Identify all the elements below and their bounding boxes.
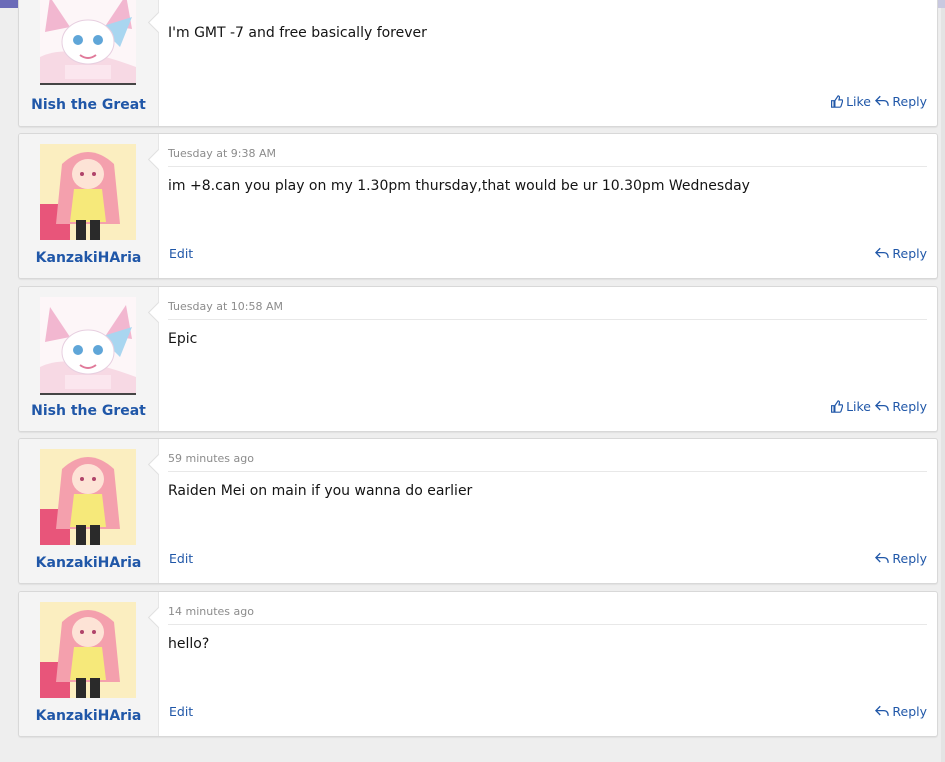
message-actions: Edit Reply [168, 704, 927, 722]
reply-icon [875, 400, 890, 411]
username[interactable]: KanzakiHAria [19, 250, 158, 266]
edit-button[interactable]: Edit [169, 551, 193, 566]
reply-label: Reply [892, 399, 927, 414]
anime-girl-avatar[interactable] [40, 449, 136, 545]
reply-icon [875, 95, 890, 106]
message-text: Raiden Mei on main if you wanna do earli… [168, 483, 473, 499]
message-main: 14 minutes ago hello? Edit Reply [168, 592, 927, 736]
message-text: hello? [168, 636, 210, 652]
reply-icon [875, 552, 890, 563]
thumbs-up-icon [831, 400, 844, 413]
message-user-cell: KanzakiHAria [19, 592, 170, 736]
user-cell-arrow [147, 301, 170, 324]
message-timestamp[interactable]: Tuesday at 10:58 AM [168, 300, 927, 320]
user-cell-arrow [147, 11, 170, 34]
like-label: Like [846, 94, 871, 109]
reply-label: Reply [892, 551, 927, 566]
like-button[interactable]: Like [830, 94, 871, 109]
anime-girl-avatar[interactable] [40, 602, 136, 698]
message-text: I'm GMT -7 and free basically forever [168, 25, 427, 41]
thumbs-up-icon [831, 95, 844, 108]
message-post: KanzakiHAria 14 minutes ago hello? Edit … [18, 591, 938, 737]
username[interactable]: Nish the Great [19, 403, 158, 419]
message-timestamp[interactable]: 59 minutes ago [168, 452, 927, 472]
reply-button[interactable]: Reply [875, 704, 927, 719]
message-timestamp[interactable]: 14 minutes ago [168, 605, 927, 625]
reply-icon [875, 247, 890, 258]
message-post: KanzakiHAria Tuesday at 9:38 AM im +8.ca… [18, 133, 938, 279]
message-user-cell: Nish the Great [19, 287, 170, 431]
message-post: Nish the Great I'm GMT -7 and free basic… [18, 0, 938, 127]
sylveon-avatar[interactable] [40, 297, 136, 395]
message-user-cell: KanzakiHAria [19, 134, 170, 278]
message-actions: Like Reply [168, 94, 927, 112]
reply-button[interactable]: Reply [875, 399, 927, 414]
message-main: 59 minutes ago Raiden Mei on main if you… [168, 439, 927, 583]
reply-label: Reply [892, 94, 927, 109]
reply-icon [875, 705, 890, 716]
message-timestamp[interactable]: Tuesday at 9:38 AM [168, 147, 927, 167]
like-label: Like [846, 399, 871, 414]
username[interactable]: KanzakiHAria [19, 708, 158, 724]
message-text: Epic [168, 331, 198, 347]
reply-label: Reply [892, 704, 927, 719]
username[interactable]: KanzakiHAria [19, 555, 158, 571]
message-post: KanzakiHAria 59 minutes ago Raiden Mei o… [18, 438, 938, 584]
message-actions: Edit Reply [168, 551, 927, 569]
message-main: Tuesday at 9:38 AM im +8.can you play on… [168, 134, 927, 278]
user-cell-arrow [147, 148, 170, 171]
user-cell-arrow [147, 453, 170, 476]
edit-button[interactable]: Edit [169, 246, 193, 261]
message-user-cell: KanzakiHAria [19, 439, 170, 583]
edit-button[interactable]: Edit [169, 704, 193, 719]
message-user-cell: Nish the Great [19, 0, 170, 126]
message-main: Tuesday at 10:58 AM Epic Like Reply [168, 287, 927, 431]
username[interactable]: Nish the Great [19, 97, 158, 113]
message-text: im +8.can you play on my 1.30pm thursday… [168, 178, 750, 194]
reply-button[interactable]: Reply [875, 94, 927, 109]
message-main: I'm GMT -7 and free basically forever Li… [168, 0, 927, 126]
reply-label: Reply [892, 246, 927, 261]
like-button[interactable]: Like [830, 399, 871, 414]
message-actions: Like Reply [168, 399, 927, 417]
scrollbar-track[interactable] [941, 8, 945, 762]
anime-girl-avatar[interactable] [40, 144, 136, 240]
user-cell-arrow [147, 606, 170, 629]
message-post: Nish the Great Tuesday at 10:58 AM Epic … [18, 286, 938, 432]
message-actions: Edit Reply [168, 246, 927, 264]
reply-button[interactable]: Reply [875, 551, 927, 566]
sylveon-avatar[interactable] [40, 0, 136, 85]
reply-button[interactable]: Reply [875, 246, 927, 261]
